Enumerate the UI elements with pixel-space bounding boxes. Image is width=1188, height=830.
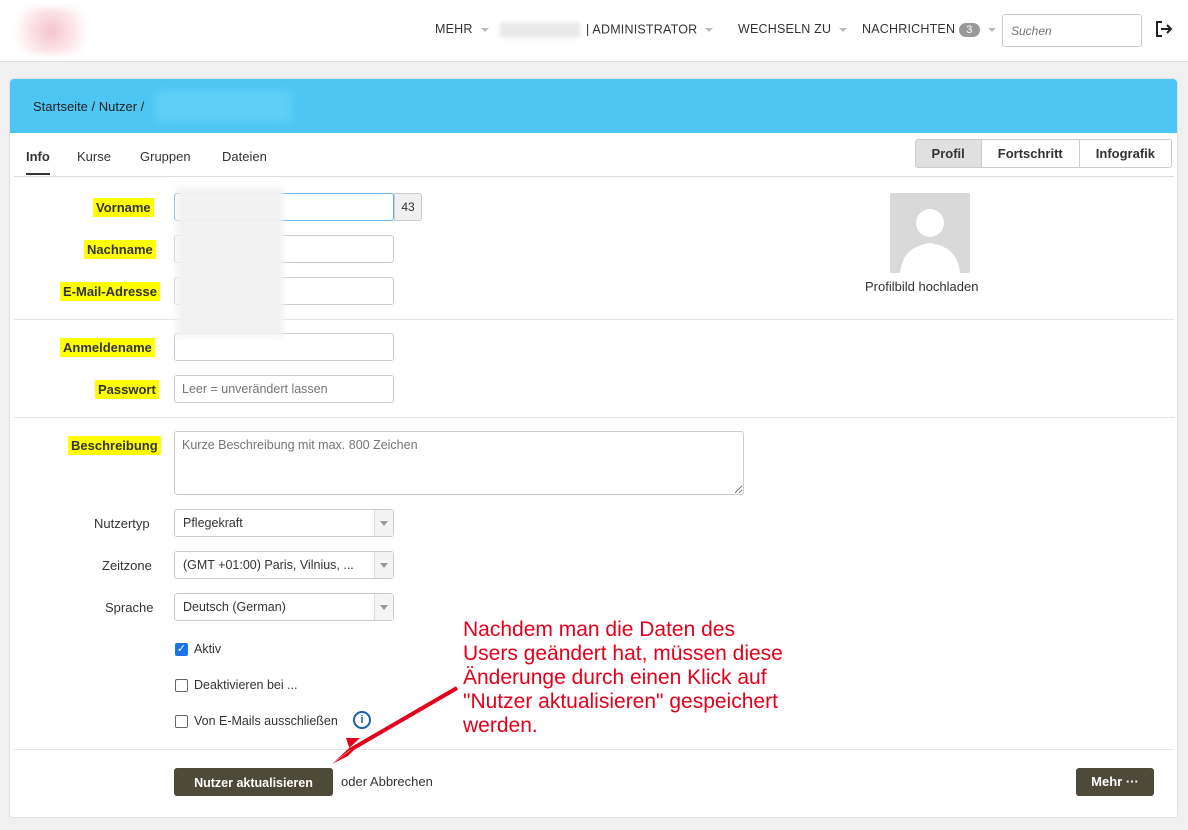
nav-user-menu[interactable]: | ADMINISTRATOR — [500, 22, 714, 38]
profile-picture-placeholder[interactable] — [890, 193, 970, 273]
chevron-down-icon — [374, 594, 393, 620]
cancel-link[interactable]: oder Abbrechen — [341, 774, 433, 789]
view-switcher: Profil Fortschritt Infografik — [914, 139, 1172, 168]
annotation-arrow-icon — [332, 686, 459, 764]
divider — [14, 749, 1174, 750]
user-silhouette-icon — [900, 209, 960, 273]
search-input[interactable] — [1002, 14, 1142, 47]
email-label: E-Mail-Adresse — [60, 282, 160, 301]
username-field[interactable] — [174, 333, 394, 361]
logout-icon[interactable] — [1153, 18, 1175, 40]
nav-switch-label: WECHSELN ZU — [738, 22, 832, 36]
view-fortschritt-button[interactable]: Fortschritt — [980, 140, 1079, 167]
breadcrumb[interactable]: Startseite / Nutzer / — [33, 99, 144, 114]
deactivate-checkbox[interactable] — [175, 679, 188, 692]
password-field[interactable] — [174, 375, 394, 403]
top-navigation-bar: MEHR | ADMINISTRATOR WECHSELN ZU NACHRIC… — [0, 0, 1188, 62]
card-header: Startseite / Nutzer / — [10, 79, 1177, 133]
chevron-down-icon — [987, 27, 996, 32]
tab-info[interactable]: Info — [26, 149, 50, 175]
timezone-select[interactable]: (GMT +01:00) Paris, Vilnius, ... — [174, 551, 394, 579]
active-label: Aktiv — [194, 642, 222, 656]
redacted-values — [176, 187, 284, 337]
messages-count-badge: 3 — [959, 23, 980, 37]
view-infografik-button[interactable]: Infografik — [1078, 140, 1171, 167]
user-type-label: Nutzertyp — [94, 516, 150, 531]
deactivate-label: Deaktivieren bei ... — [194, 678, 298, 692]
chevron-down-icon — [839, 27, 848, 32]
user-type-value: Pflegekraft — [183, 516, 243, 530]
view-profil-button[interactable]: Profil — [915, 140, 981, 167]
first-name-label: Vorname — [93, 198, 154, 217]
language-select[interactable]: Deutsch (German) — [174, 593, 394, 621]
nav-more[interactable]: MEHR — [435, 22, 489, 36]
chevron-down-icon — [705, 28, 714, 32]
timezone-label: Zeitzone — [102, 558, 152, 573]
active-checkbox[interactable]: ✓ — [175, 643, 188, 656]
nav-messages-label: NACHRICHTEN — [862, 22, 956, 36]
password-label: Passwort — [95, 380, 159, 399]
first-name-char-counter: 43 — [394, 193, 422, 221]
update-user-button[interactable]: Nutzer aktualisieren — [174, 768, 333, 796]
description-field[interactable] — [174, 431, 744, 495]
brand-logo[interactable] — [10, 8, 92, 54]
tab-gruppen[interactable]: Gruppen — [140, 149, 191, 164]
user-type-select[interactable]: Pflegekraft — [174, 509, 394, 537]
redacted-username — [500, 22, 580, 38]
more-button[interactable]: Mehr ··· — [1076, 768, 1154, 796]
nav-admin-label: | ADMINISTRATOR — [586, 22, 698, 37]
chevron-down-icon — [374, 510, 393, 536]
exclude-emails-checkbox[interactable] — [175, 715, 188, 728]
language-label: Sprache — [105, 600, 154, 615]
last-name-label: Nachname — [84, 240, 156, 259]
upload-profile-picture-link[interactable]: Profilbild hochladen — [865, 279, 978, 294]
annotation-text: Nachdem man die Daten des Users geändert… — [463, 618, 783, 737]
username-label: Anmeldename — [60, 338, 155, 357]
divider — [14, 417, 1174, 418]
description-label: Beschreibung — [68, 436, 161, 455]
redacted-user-name — [156, 91, 291, 121]
exclude-emails-label: Von E-Mails ausschließen — [194, 714, 338, 728]
tab-kurse[interactable]: Kurse — [77, 149, 111, 164]
language-value: Deutsch (German) — [183, 600, 286, 614]
nav-messages[interactable]: NACHRICHTEN 3 — [862, 22, 996, 37]
nav-switch-to[interactable]: WECHSELN ZU — [738, 22, 848, 36]
tab-dateien[interactable]: Dateien — [222, 149, 267, 164]
nav-more-label: MEHR — [435, 22, 473, 36]
chevron-down-icon — [374, 552, 393, 578]
timezone-value: (GMT +01:00) Paris, Vilnius, ... — [183, 558, 354, 572]
chevron-down-icon — [480, 27, 489, 32]
